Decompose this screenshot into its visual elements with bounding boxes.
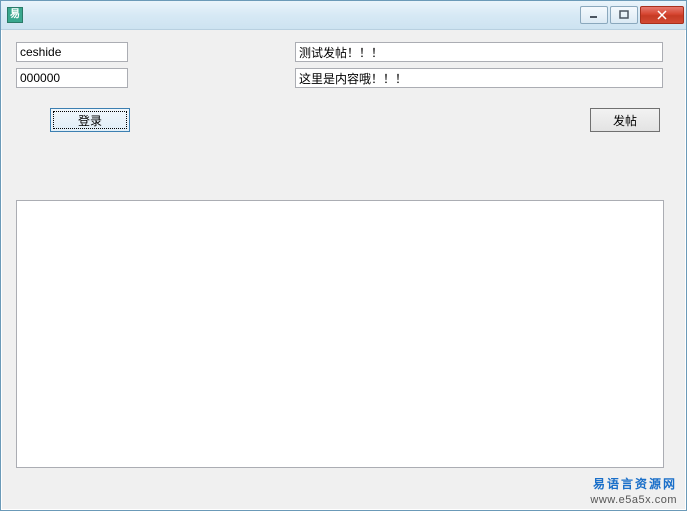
titlebar[interactable]: 易 [1,1,686,30]
username-input[interactable] [16,42,128,62]
app-icon: 易 [7,7,23,23]
post-button[interactable]: 发帖 [590,108,660,132]
window-controls [580,6,684,24]
login-button[interactable]: 登录 [50,108,130,132]
footer: 易语言资源网 www.e5a5x.com [590,477,677,507]
client-area: 登录 发帖 易语言资源网 www.e5a5x.com [2,30,685,509]
password-input[interactable] [16,68,128,88]
close-button[interactable] [640,6,684,24]
post-content-input[interactable] [295,68,663,88]
minimize-button[interactable] [580,6,608,24]
maximize-button[interactable] [610,6,638,24]
app-window: 易 登录 发帖 易语言资源网 www.e5a5x.com [0,0,687,511]
output-textarea[interactable] [16,200,664,468]
footer-url: www.e5a5x.com [590,493,677,507]
footer-brand: 易语言资源网 [590,477,677,493]
post-title-input[interactable] [295,42,663,62]
titlebar-left: 易 [7,7,29,23]
